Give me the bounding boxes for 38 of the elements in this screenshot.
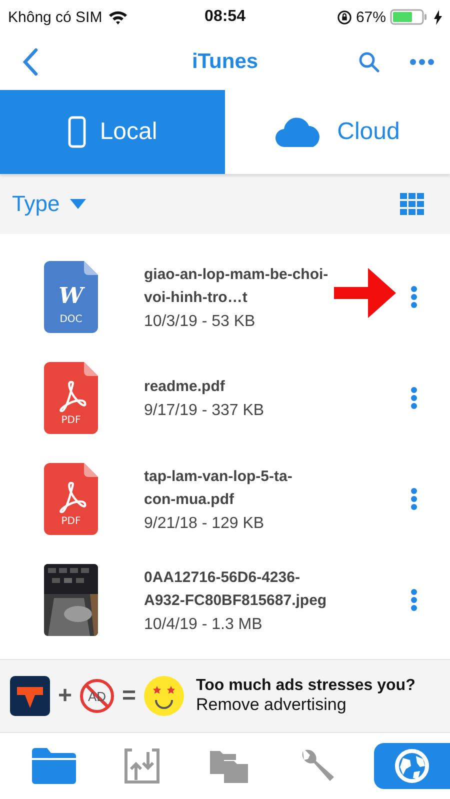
screen-title: iTunes — [192, 50, 258, 74]
clock-text: 08:54 — [204, 8, 246, 26]
word-file-icon: W DOC — [44, 260, 98, 332]
pdf-file-icon: PDF — [44, 362, 98, 434]
carrier-text: Không có SIM — [8, 8, 102, 26]
wifi-icon — [108, 10, 128, 24]
app-logo-icon — [10, 676, 50, 716]
plus-sign: + — [58, 682, 72, 710]
file-name: giao-an-lop-mam-be-choi- voi-hinh-tro…t — [144, 264, 328, 308]
charging-icon — [434, 10, 442, 24]
file-meta-text: 10/4/19 - 1.3 MB — [144, 616, 262, 634]
back-button[interactable] — [20, 46, 40, 78]
globe-icon — [394, 748, 430, 784]
file-meta-text: 10/3/19 - 53 KB — [144, 312, 256, 330]
file-meta-text: 9/21/18 - 129 KB — [144, 514, 264, 532]
folder-icon — [32, 748, 76, 784]
battery-percent-text: 67% — [356, 8, 386, 26]
equals-sign: = — [122, 682, 136, 710]
tab[interactable]: Cloud — [225, 90, 450, 174]
rotation-lock-icon — [336, 10, 352, 24]
folders-icon — [210, 749, 248, 783]
pdf-file-icon: PDF — [44, 462, 98, 534]
tab[interactable]: Local — [0, 90, 225, 174]
file-name: 0AA12716-56D6-4236- A932-FC80BF815687.jpeg — [144, 568, 327, 610]
dropdown-caret-icon — [70, 199, 86, 209]
more-button[interactable] — [408, 56, 436, 68]
transfer-icon — [124, 748, 160, 784]
file-meta-text: 9/17/19 - 337 KB — [144, 402, 264, 420]
globe-tab[interactable] — [374, 743, 450, 789]
file-name: tap-lam-van-lop-5-ta- con-mua.pdf — [144, 466, 292, 510]
grid-view-button[interactable] — [398, 191, 426, 217]
type-filter-button[interactable]: Type — [10, 189, 88, 219]
annotation-arrow — [334, 268, 396, 318]
file-name: readme.pdf — [144, 377, 225, 397]
ad-headline: Too much ads stresses you? — [196, 677, 416, 695]
remove-ads-link[interactable]: Remove advertising — [196, 695, 416, 715]
phone-icon — [68, 116, 86, 148]
smiley-icon — [144, 676, 184, 716]
